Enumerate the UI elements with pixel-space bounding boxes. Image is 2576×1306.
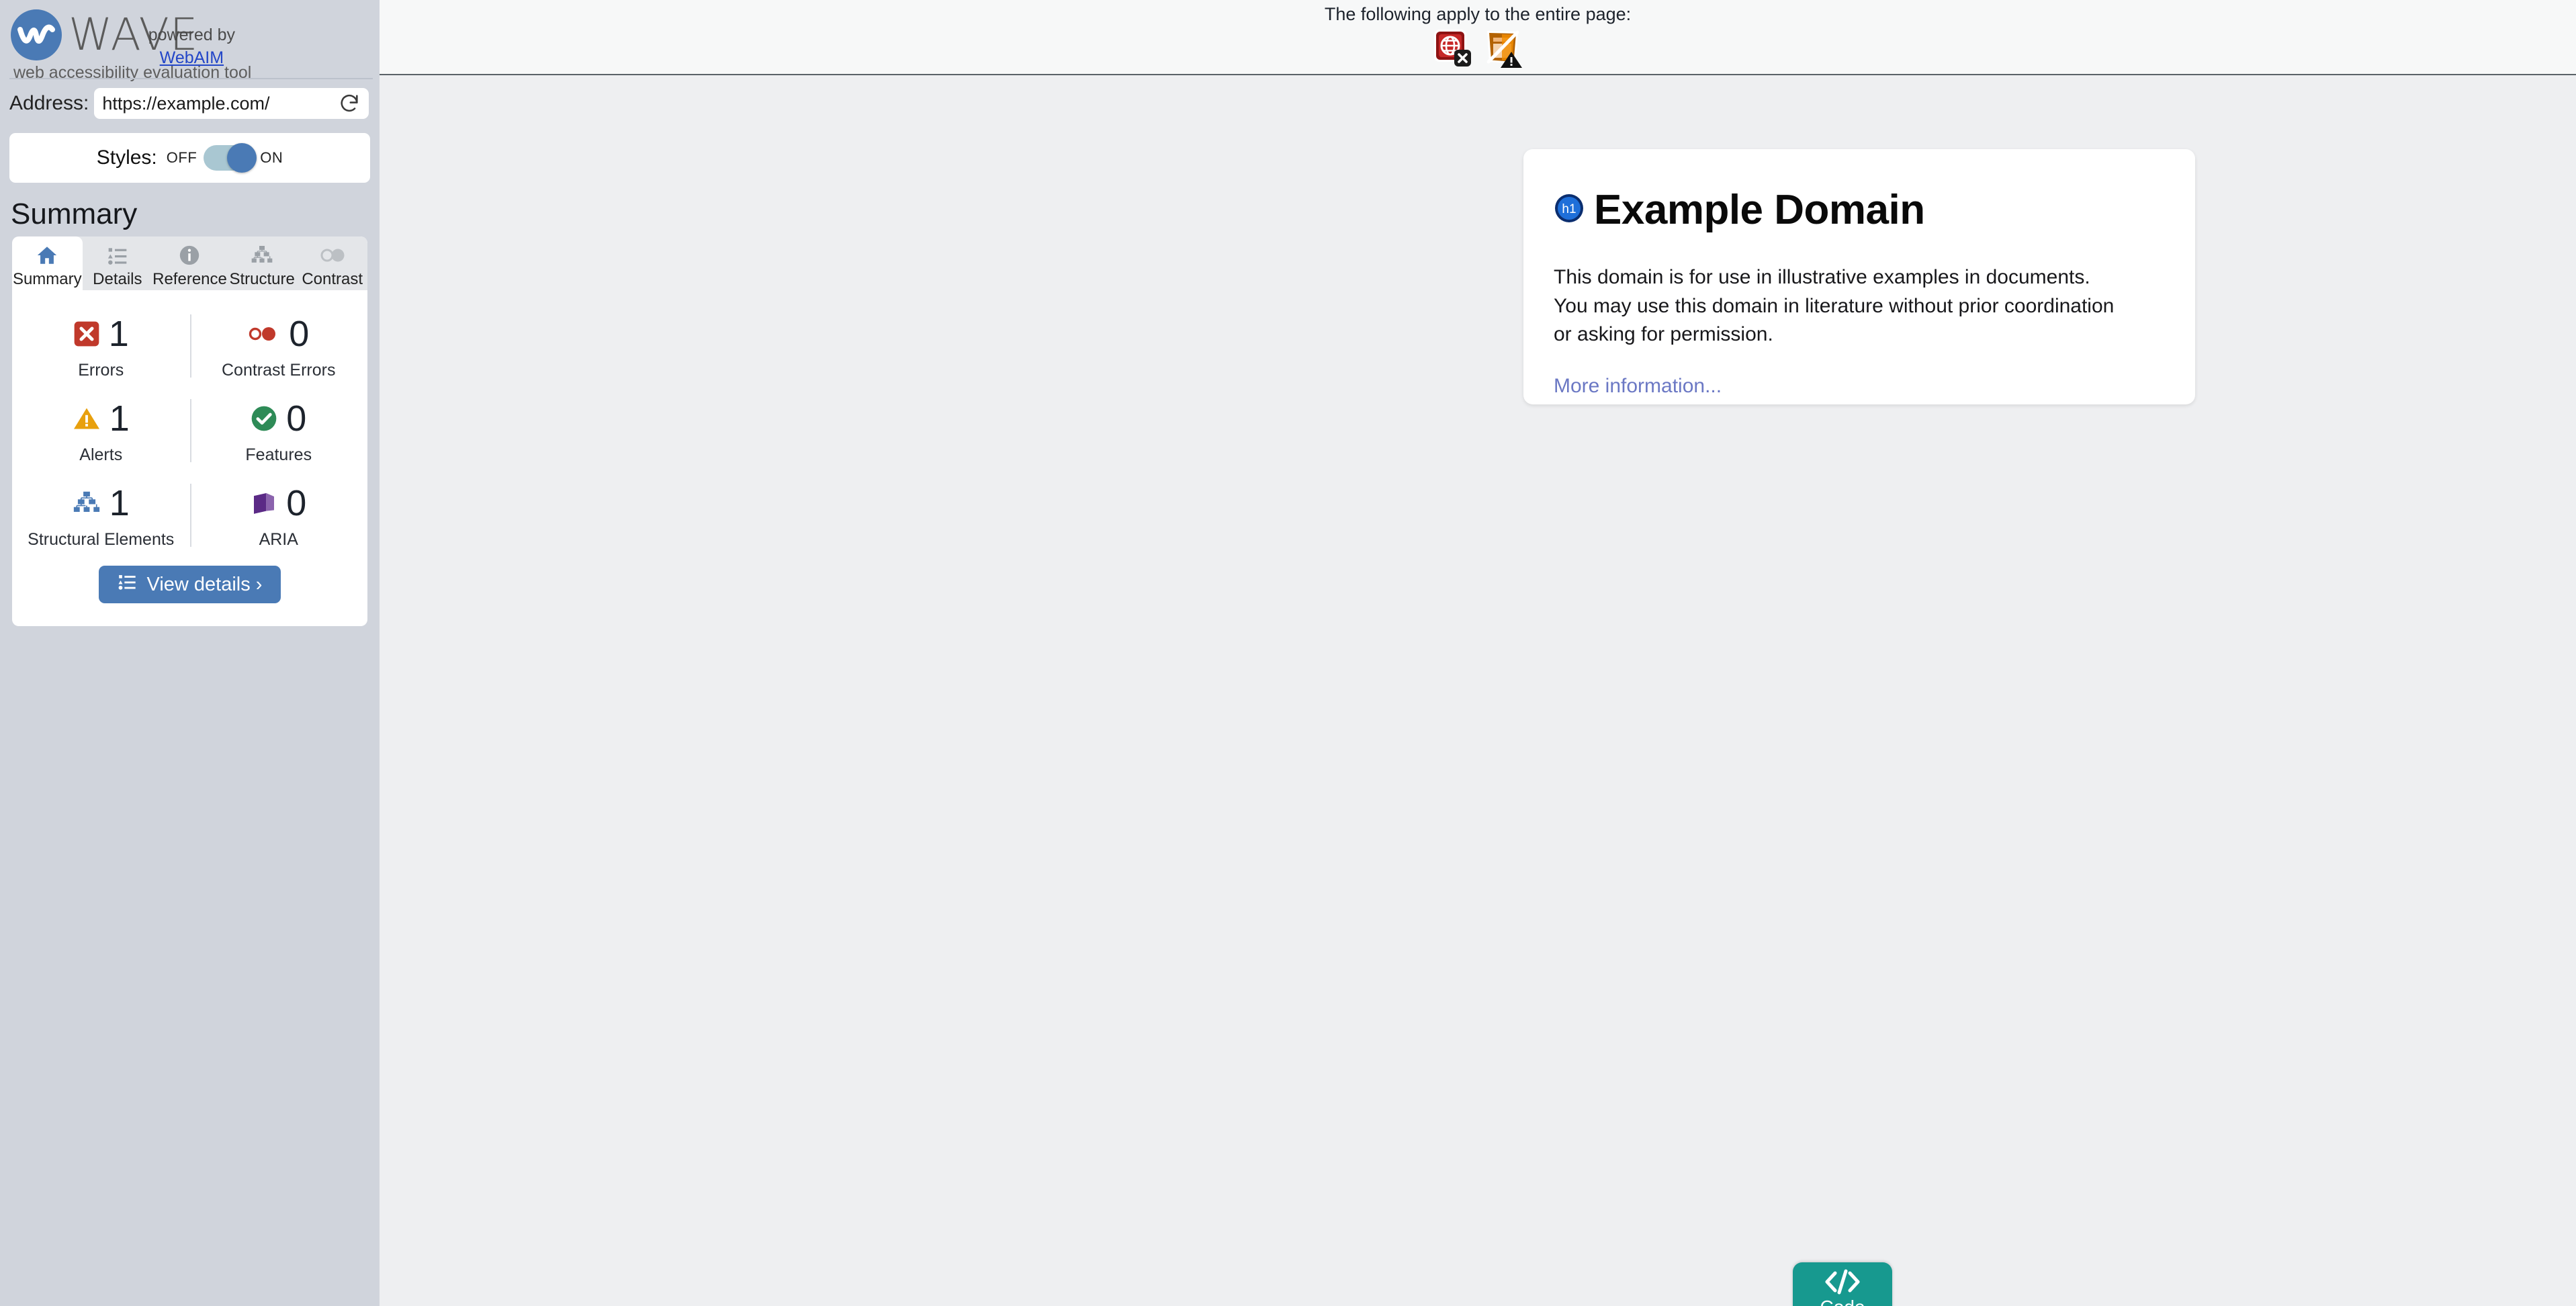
stats-row: 1 Errors 0 Contrast Errors xyxy=(12,305,367,387)
tab-contrast[interactable]: Contrast xyxy=(297,236,367,290)
stat-aria[interactable]: 0 ARIA xyxy=(190,474,368,556)
wave-extension-window: WAVE web accessibility evaluation tool p… xyxy=(0,0,2576,1306)
stats-divider xyxy=(189,314,191,378)
tab-structure-label: Structure xyxy=(229,270,295,288)
alert-icon xyxy=(73,406,101,431)
info-icon xyxy=(178,242,201,269)
stat-errors-label: Errors xyxy=(78,361,124,380)
stat-contrast-errors-value: 0 xyxy=(289,314,310,354)
stat-contrast-errors[interactable]: 0 Contrast Errors xyxy=(190,305,368,387)
webaim-link[interactable]: WebAIM xyxy=(148,47,235,70)
stat-structural-elements-value: 1 xyxy=(109,483,130,523)
contrast-icon xyxy=(319,242,346,269)
no-heading-structure-icon[interactable] xyxy=(1482,28,1523,73)
stat-structural-elements-label: Structural Elements xyxy=(28,530,175,549)
missing-language-icon[interactable] xyxy=(1432,28,1474,73)
tab-details[interactable]: Details xyxy=(83,236,153,290)
card-heading-row: h1 Example Domain xyxy=(1554,186,2165,234)
card-heading: Example Domain xyxy=(1594,187,1925,233)
summary-panel: Summary Details Reference Structure Cont… xyxy=(12,236,367,626)
stats-divider xyxy=(189,484,191,547)
h1-structure-marker-icon[interactable]: h1 xyxy=(1554,193,1585,227)
styles-toggle-knob[interactable] xyxy=(227,143,257,173)
more-information-link[interactable]: More information... xyxy=(1554,375,1722,398)
stat-contrast-errors-label: Contrast Errors xyxy=(222,361,336,380)
tab-details-label: Details xyxy=(93,270,142,288)
stat-features-value: 0 xyxy=(286,398,307,439)
wave-sidebar: WAVE web accessibility evaluation tool p… xyxy=(0,0,380,1306)
reload-icon[interactable] xyxy=(338,92,361,115)
stat-errors-value: 1 xyxy=(108,314,129,354)
styles-on-label: ON xyxy=(260,149,283,166)
stat-aria-label: ARIA xyxy=(259,530,298,549)
stats-row: 1 Alerts 0 Features xyxy=(12,390,367,472)
view-details-button[interactable]: View details › xyxy=(98,566,281,603)
address-row: Address: https://example.com/ xyxy=(0,79,380,121)
stat-aria-value: 0 xyxy=(286,483,307,523)
feature-icon xyxy=(251,405,277,432)
page-level-banner-text: The following apply to the entire page: xyxy=(1324,4,1632,24)
tab-summary[interactable]: Summary xyxy=(12,236,83,290)
evaluated-page-viewport: The following apply to the entire page: xyxy=(380,0,2576,1306)
code-tab-label: Code xyxy=(1820,1297,1865,1306)
styles-off-label: OFF xyxy=(166,149,197,166)
view-details-row: View details › xyxy=(12,556,367,626)
list-icon xyxy=(118,572,138,597)
list-icon xyxy=(105,242,130,269)
powered-by: powered by WebAIM xyxy=(148,24,235,70)
svg-text:h1: h1 xyxy=(1562,202,1576,216)
wave-logo-icon xyxy=(11,9,62,60)
address-input[interactable]: https://example.com/ xyxy=(102,93,338,114)
structure-icon xyxy=(250,242,274,269)
tab-bar: Summary Details Reference Structure Cont… xyxy=(12,236,367,290)
stat-features-label: Features xyxy=(245,445,312,464)
address-field[interactable]: https://example.com/ xyxy=(94,88,369,119)
aria-icon xyxy=(251,490,277,517)
address-label: Address: xyxy=(9,92,89,114)
stats-row: 1 Structural Elements 0 ARIA xyxy=(12,474,367,556)
stat-features[interactable]: 0 Features xyxy=(190,390,368,472)
brand-header: WAVE web accessibility evaluation tool p… xyxy=(0,0,380,82)
styles-toggle[interactable] xyxy=(204,143,257,173)
page-level-icons xyxy=(1432,28,1523,73)
powered-by-label: powered by xyxy=(148,26,235,44)
code-panel-tab[interactable]: Code xyxy=(1793,1262,1892,1306)
tab-reference-label: Reference xyxy=(152,270,227,288)
tab-contrast-label: Contrast xyxy=(302,270,363,288)
structural-elements-icon xyxy=(73,491,101,515)
error-icon xyxy=(73,320,100,347)
code-icon xyxy=(1824,1268,1861,1299)
tab-summary-label: Summary xyxy=(12,270,82,288)
styles-label: Styles: xyxy=(96,146,157,169)
brand-divider xyxy=(9,78,373,79)
page-title: Summary xyxy=(11,198,138,230)
stats-grid: 1 Errors 0 Contrast Errors 1 Alerts 0 Fe… xyxy=(12,290,367,556)
stat-alerts-value: 1 xyxy=(109,398,130,439)
page-level-banner: The following apply to the entire page: xyxy=(380,0,2576,75)
example-domain-card: h1 Example Domain This domain is for use… xyxy=(1523,149,2195,404)
stat-alerts[interactable]: 1 Alerts xyxy=(12,390,190,472)
stat-errors[interactable]: 1 Errors xyxy=(12,305,190,387)
stat-structural-elements[interactable]: 1 Structural Elements xyxy=(12,474,190,556)
contrast-errors-icon xyxy=(248,324,280,343)
view-details-label: View details › xyxy=(146,573,263,595)
stats-divider xyxy=(189,399,191,462)
tab-reference[interactable]: Reference xyxy=(152,236,227,290)
tab-structure[interactable]: Structure xyxy=(227,236,298,290)
home-icon xyxy=(35,242,59,269)
styles-toggle-row: Styles: OFF ON xyxy=(9,133,370,183)
stat-alerts-label: Alerts xyxy=(79,445,123,464)
card-paragraph: This domain is for use in illustrative e… xyxy=(1554,266,2115,346)
